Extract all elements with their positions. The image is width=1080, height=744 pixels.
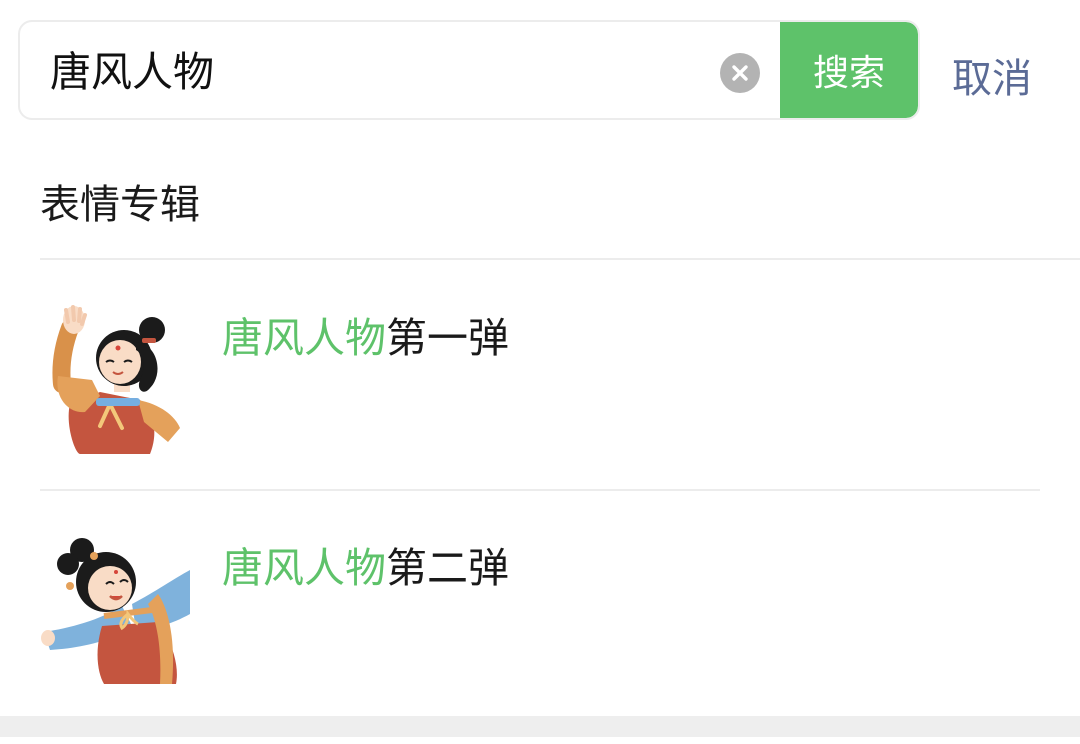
sticker-album-item-2[interactable]: 唐风人物第二弹 <box>0 534 1080 744</box>
search-box: 搜索 <box>18 20 920 120</box>
divider <box>40 258 1080 260</box>
clear-icon[interactable] <box>720 53 760 93</box>
result-highlight: 唐风人物 <box>222 544 386 592</box>
tang-lady-dancing-icon <box>40 534 190 684</box>
sticker-album-title: 唐风人物第二弹 <box>222 534 509 594</box>
footer-bar <box>0 716 1080 737</box>
search-input[interactable] <box>50 44 710 100</box>
result-suffix: 第二弹 <box>386 544 509 592</box>
result-suffix: 第一弹 <box>386 314 509 362</box>
cancel-button[interactable]: 取消 <box>952 46 1032 104</box>
tang-lady-waving-icon <box>40 304 190 454</box>
result-highlight: 唐风人物 <box>222 314 386 362</box>
close-icon <box>732 65 748 81</box>
sticker-album-item-1[interactable]: 唐风人物第一弹 <box>0 304 1080 514</box>
sticker-album-title: 唐风人物第一弹 <box>222 304 509 364</box>
search-bar: 搜索 取消 <box>0 0 1080 140</box>
section-title: 表情专辑 <box>40 182 200 228</box>
divider <box>40 489 1040 491</box>
search-button[interactable]: 搜索 <box>780 22 918 118</box>
